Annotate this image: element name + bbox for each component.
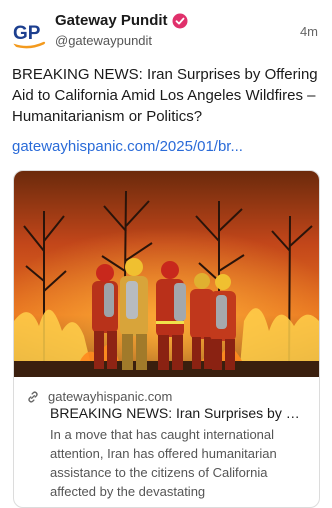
post-header: GP Gateway Pundit @gatewaypundit 4m	[0, 0, 332, 62]
gp-logo: GP	[12, 23, 46, 49]
avatar-initials: GP	[13, 23, 41, 44]
post-timestamp[interactable]: 4m	[300, 24, 318, 39]
link-preview-card[interactable]: gatewayhispanic.com BREAKING NEWS: Iran …	[13, 170, 320, 508]
card-image	[14, 171, 319, 377]
author-name-row: Gateway Pundit	[55, 12, 188, 29]
card-domain: gatewayhispanic.com	[48, 389, 173, 404]
avatar[interactable]: GP	[10, 14, 48, 52]
link-icon	[28, 391, 38, 402]
author-handle[interactable]: @gatewaypundit	[55, 33, 152, 48]
verified-badge-icon	[172, 13, 188, 28]
card-description: In a move that has caught international …	[50, 427, 277, 499]
author-name[interactable]: Gateway Pundit	[55, 12, 168, 29]
post-text: BREAKING NEWS: Iran Surprises by Offerin…	[12, 66, 318, 125]
card-domain-row: gatewayhispanic.com	[26, 389, 172, 404]
post-link[interactable]: gatewayhispanic.com/2025/01/br...	[12, 138, 322, 155]
card-title[interactable]: BREAKING NEWS: Iran Surprises by O...	[50, 405, 308, 421]
